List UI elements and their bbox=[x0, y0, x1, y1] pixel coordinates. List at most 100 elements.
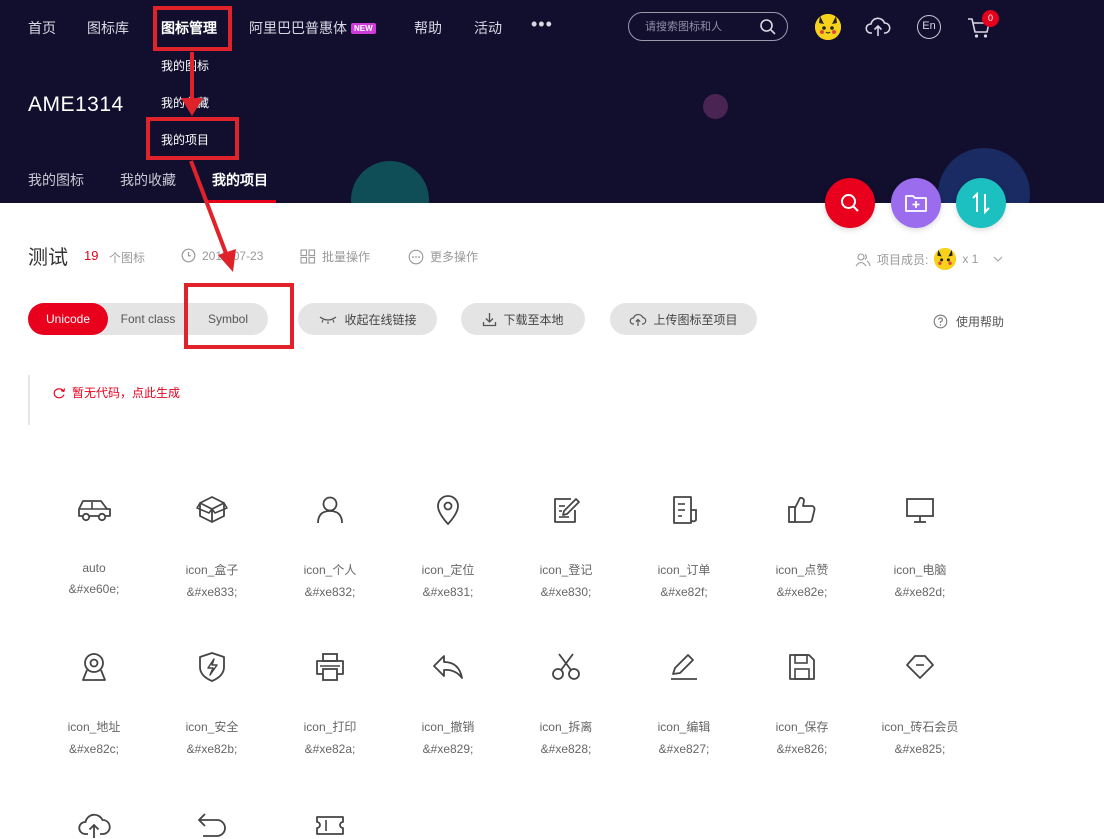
thumbs-up-icon bbox=[788, 496, 816, 523]
collapse-online-link-button[interactable]: 收起在线链接 bbox=[298, 303, 437, 335]
printer-icon bbox=[316, 653, 344, 681]
icon-card-box[interactable]: icon_盒子 &#xe833; bbox=[153, 493, 271, 599]
chevron-down-icon bbox=[993, 256, 1003, 262]
undo-icon bbox=[433, 655, 463, 679]
nav-alibaba-font-label: 阿里巴巴普惠体 bbox=[249, 20, 347, 36]
project-members[interactable]: 项目成员: x 1 bbox=[855, 248, 1004, 270]
pikachu-avatar-icon bbox=[934, 248, 957, 270]
project-date: 2019-07-23 bbox=[181, 248, 263, 263]
icon-card-computer[interactable]: icon_电脑 &#xe82d; bbox=[861, 493, 979, 599]
dropdown-my-icons[interactable]: 我的图标 bbox=[161, 57, 209, 74]
icon-card-ticket[interactable] bbox=[271, 808, 389, 839]
refresh-icon bbox=[53, 387, 66, 398]
eye-closed-icon bbox=[320, 316, 337, 324]
nav-activity[interactable]: 活动 bbox=[474, 18, 502, 38]
upload-icons-button[interactable]: 上传图标至项目 bbox=[610, 303, 757, 335]
icon-code: &#xe827; bbox=[658, 742, 710, 756]
icon-code: &#xe832; bbox=[304, 585, 356, 599]
icon-code: &#xe82f; bbox=[660, 585, 708, 599]
icon-card-print[interactable]: icon_打印 &#xe82a; bbox=[271, 650, 389, 756]
edit-icon bbox=[671, 654, 697, 680]
tab-font-class[interactable]: Font class bbox=[108, 303, 188, 335]
members-icon bbox=[855, 252, 871, 266]
language-toggle[interactable]: En bbox=[917, 15, 941, 39]
icon-card-location[interactable]: icon_定位 &#xe831; bbox=[389, 493, 507, 599]
car-icon bbox=[78, 500, 111, 522]
icon-name: auto bbox=[82, 561, 106, 575]
tab-symbol[interactable]: Symbol bbox=[188, 303, 268, 335]
subnav-my-favorites[interactable]: 我的收藏 bbox=[120, 170, 176, 190]
more-menu-icon[interactable]: ••• bbox=[531, 14, 553, 35]
clock-icon bbox=[181, 248, 196, 263]
icon-card-order[interactable]: icon_订单 &#xe82f; bbox=[625, 493, 743, 599]
nav-alibaba-font[interactable]: 阿里巴巴普惠体 NEW bbox=[249, 18, 376, 38]
icon-code: &#xe831; bbox=[422, 585, 474, 599]
batch-operations-button[interactable]: 批量操作 bbox=[300, 248, 370, 265]
user-avatar[interactable] bbox=[815, 14, 841, 40]
nav-icon-library[interactable]: 图标库 bbox=[87, 18, 129, 38]
icon-card-undo[interactable]: icon_撤销 &#xe829; bbox=[389, 650, 507, 756]
icon-code: &#xe82c; bbox=[68, 742, 120, 756]
icon-name: icon_定位 bbox=[421, 563, 475, 577]
icon-name: icon_拆离 bbox=[539, 720, 593, 734]
icon-name: icon_订单 bbox=[657, 563, 711, 577]
icon-card-person[interactable]: icon_个人 &#xe832; bbox=[271, 493, 389, 599]
search-input[interactable] bbox=[645, 18, 757, 36]
nav-help[interactable]: 帮助 bbox=[414, 18, 442, 38]
icon-card-diamond-member[interactable]: icon_砖石会员 &#xe825; bbox=[861, 650, 979, 756]
location-pin-icon bbox=[437, 495, 459, 525]
project-date-text: 2019-07-23 bbox=[202, 248, 264, 263]
computer-icon bbox=[906, 498, 934, 523]
sort-fab-button[interactable] bbox=[956, 178, 1006, 228]
dropdown-my-favorites[interactable]: 我的收藏 bbox=[161, 94, 209, 111]
download-icon bbox=[483, 312, 497, 326]
icon-card-register[interactable]: icon_登记 &#xe830; bbox=[507, 493, 625, 599]
batch-operations-label: 批量操作 bbox=[322, 250, 371, 264]
scissors-icon bbox=[552, 653, 580, 680]
icon-name: icon_安全 bbox=[185, 720, 239, 734]
search-fab-button[interactable] bbox=[825, 178, 875, 228]
icon-card-save[interactable]: icon_保存 &#xe826; bbox=[743, 650, 861, 756]
decorative-circle bbox=[351, 161, 429, 203]
project-members-label: 项目成员: bbox=[877, 252, 929, 267]
cloud-upload-icon[interactable] bbox=[865, 15, 891, 39]
icon-card-security[interactable]: icon_安全 &#xe82b; bbox=[153, 650, 271, 756]
shield-icon bbox=[199, 652, 225, 682]
generate-code-label: 暂无代码，点此生成 bbox=[72, 386, 181, 400]
download-local-label: 下载至本地 bbox=[503, 312, 564, 327]
collapse-online-link-label: 收起在线链接 bbox=[344, 312, 417, 327]
diamond-icon bbox=[906, 655, 934, 679]
subnav-my-projects[interactable]: 我的项目 bbox=[212, 170, 268, 190]
icon-code: &#xe833; bbox=[186, 585, 238, 599]
code-type-tabs: Font class Symbol Unicode bbox=[28, 303, 268, 335]
tab-unicode[interactable]: Unicode bbox=[28, 303, 108, 335]
icon-name: icon_砖石会员 bbox=[881, 720, 959, 734]
more-operations-button[interactable]: 更多操作 bbox=[408, 248, 478, 265]
icon-card-edit[interactable]: icon_编辑 &#xe827; bbox=[625, 650, 743, 756]
download-local-button[interactable]: 下载至本地 bbox=[461, 303, 585, 335]
save-icon bbox=[789, 654, 815, 680]
decorative-circle bbox=[703, 94, 728, 119]
generate-code-link[interactable]: 暂无代码，点此生成 bbox=[52, 384, 180, 401]
usage-help-link[interactable]: 使用帮助 bbox=[933, 313, 1004, 330]
cart-count-badge: 0 bbox=[982, 10, 999, 27]
icon-card-address[interactable]: icon_地址 &#xe82c; bbox=[35, 650, 153, 756]
icon-card-cloud-upload[interactable] bbox=[35, 808, 153, 839]
nav-icon-management[interactable]: 图标管理 bbox=[161, 18, 217, 38]
add-folder-fab-button[interactable] bbox=[891, 178, 941, 228]
subnav-my-icons[interactable]: 我的图标 bbox=[28, 170, 84, 190]
icon-card-return[interactable] bbox=[153, 808, 271, 839]
icon-count: 19 bbox=[84, 248, 99, 263]
register-icon bbox=[554, 498, 580, 523]
icon-name: icon_个人 bbox=[303, 563, 357, 577]
dropdown-my-projects[interactable]: 我的项目 bbox=[161, 131, 209, 148]
search-icon bbox=[841, 194, 859, 212]
cloud-upload-icon bbox=[78, 813, 111, 838]
new-badge: NEW bbox=[351, 23, 376, 34]
icon-card-thumbs-up[interactable]: icon_点赞 &#xe82e; bbox=[743, 493, 861, 599]
nav-home[interactable]: 首页 bbox=[28, 18, 56, 38]
icon-card-auto[interactable]: auto &#xe60e; bbox=[35, 493, 153, 596]
icon-card-detach[interactable]: icon_拆离 &#xe828; bbox=[507, 650, 625, 756]
box-icon bbox=[196, 496, 228, 523]
search-icon[interactable] bbox=[759, 18, 777, 36]
